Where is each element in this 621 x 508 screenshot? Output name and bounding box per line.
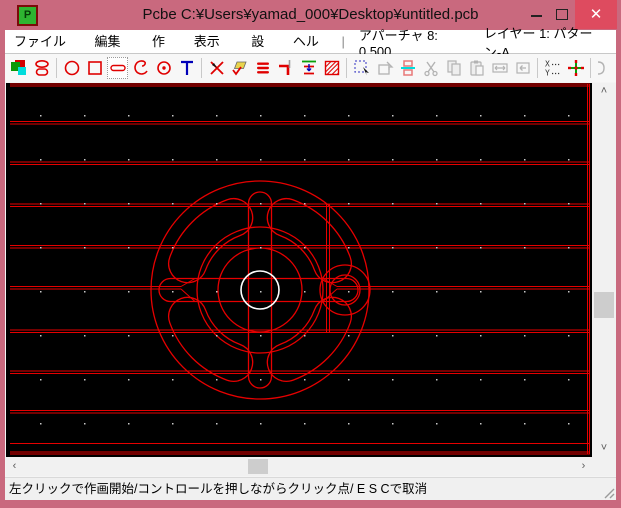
draw-circle-tool-button[interactable]	[61, 57, 82, 79]
draw-circle-icon	[62, 58, 82, 78]
scroll-down-icon[interactable]: ˅	[592, 440, 616, 457]
draw-rect-icon	[85, 58, 105, 78]
paste-icon	[467, 58, 487, 78]
draw-pad-tool-button[interactable]	[153, 57, 174, 79]
menu-item-3[interactable]: 表示(V)	[185, 30, 243, 72]
align-pads-icon	[398, 58, 418, 78]
scroll-right-icon[interactable]: ›	[575, 457, 592, 476]
undo-icon	[513, 58, 533, 78]
horizontal-scrollbar[interactable]: ‹ ›	[6, 457, 592, 476]
stretch-vertical-tool-button[interactable]	[298, 57, 319, 79]
xy-coords-icon: XY	[543, 58, 563, 78]
draw-text-tool-button[interactable]	[176, 57, 197, 79]
vertical-scrollbar[interactable]: ˄ ˅	[592, 83, 616, 457]
draw-pad-icon	[154, 58, 174, 78]
pad-stack-tool-button[interactable]	[31, 57, 52, 79]
window-content: ファイル(F)編集(E)作画表示(V)設定ヘルプ|アパーチャ 8: 0.500レ…	[5, 26, 616, 500]
maximize-icon	[556, 9, 568, 20]
status-text: 左クリックで作画開始/コントロールを押しながらクリック点/ E S Cで取消	[9, 482, 428, 496]
bend-line-tool-button[interactable]	[275, 57, 296, 79]
fill-hatch-tool-button[interactable]	[321, 57, 342, 79]
move-selection-tool-button	[374, 57, 395, 79]
pcb-canvas[interactable]	[6, 83, 592, 457]
menu-item-2[interactable]: 作画	[143, 30, 185, 72]
menu-item-1[interactable]: 編集(E)	[86, 30, 144, 72]
draw-rect-tool-button[interactable]	[84, 57, 105, 79]
xy-coords-tool-button[interactable]: XY	[542, 57, 563, 79]
menu-item-5[interactable]: ヘルプ	[284, 30, 338, 72]
layer-colors-icon	[9, 58, 29, 78]
scroll-up-icon[interactable]: ˄	[592, 83, 616, 100]
toolbar-separator	[587, 57, 594, 79]
draw-line-icon	[108, 58, 128, 78]
erase-icon	[230, 58, 250, 78]
fill-hatch-icon	[322, 58, 342, 78]
toolbar-separator	[53, 57, 60, 79]
toolbar: XY	[5, 54, 616, 82]
paste-tool-button	[466, 57, 487, 79]
resize-grip-icon[interactable]	[603, 487, 615, 499]
toolbar-separator	[534, 57, 541, 79]
pcb-drawing	[6, 83, 592, 457]
select-area-tool-button[interactable]	[351, 57, 372, 79]
layer-colors-tool-button[interactable]	[8, 57, 29, 79]
menubar: ファイル(F)編集(E)作画表示(V)設定ヘルプ|アパーチャ 8: 0.500レ…	[5, 26, 616, 72]
bend-line-icon	[276, 58, 296, 78]
scrollbar-corner	[592, 457, 616, 476]
draw-arc-tool-button[interactable]	[130, 57, 151, 79]
erase-tool-button[interactable]	[229, 57, 250, 79]
draw-arc-icon	[131, 58, 151, 78]
menu-item-4[interactable]: 設定	[242, 30, 284, 72]
origin-cross-tool-button[interactable]	[565, 57, 586, 79]
pcbe-window: { "window": { "title": "Pcbe C:¥Users¥ya…	[0, 0, 621, 508]
draw-text-icon	[177, 58, 197, 78]
undo-tool-button	[512, 57, 533, 79]
scroll-left-icon[interactable]: ‹	[6, 457, 23, 476]
draw-line-tool-button[interactable]	[107, 57, 128, 79]
toolbar-separator	[343, 57, 350, 79]
vertical-scroll-thumb[interactable]	[594, 292, 614, 318]
mirror-icon	[490, 58, 510, 78]
multi-line-icon	[253, 58, 273, 78]
menu-divider: |	[341, 34, 345, 49]
edge-partial-tool-button[interactable]	[595, 57, 616, 79]
horizontal-scroll-thumb[interactable]	[248, 459, 268, 474]
cut-tool-button	[420, 57, 441, 79]
stretch-vertical-icon	[299, 58, 319, 78]
mirror-tool-button	[489, 57, 510, 79]
cut-icon	[421, 58, 441, 78]
origin-cross-icon	[566, 58, 586, 78]
menu-item-0[interactable]: ファイル(F)	[5, 30, 86, 72]
align-pads-tool-button[interactable]	[397, 57, 418, 79]
edge-partial-icon	[596, 58, 616, 78]
select-area-icon	[352, 58, 372, 78]
toolbar-separator	[198, 57, 205, 79]
copy-tool-button	[443, 57, 464, 79]
move-selection-icon	[375, 58, 395, 78]
pad-stack-icon	[32, 58, 52, 78]
statusbar: 左クリックで作画開始/コントロールを押しながらクリック点/ E S Cで取消	[5, 477, 616, 500]
move-point-icon	[207, 58, 227, 78]
move-point-tool-button[interactable]	[206, 57, 227, 79]
multi-line-tool-button[interactable]	[252, 57, 273, 79]
minimize-icon	[530, 15, 542, 17]
svg-text:X: X	[545, 60, 550, 69]
copy-icon	[444, 58, 464, 78]
svg-text:Y: Y	[545, 69, 550, 78]
